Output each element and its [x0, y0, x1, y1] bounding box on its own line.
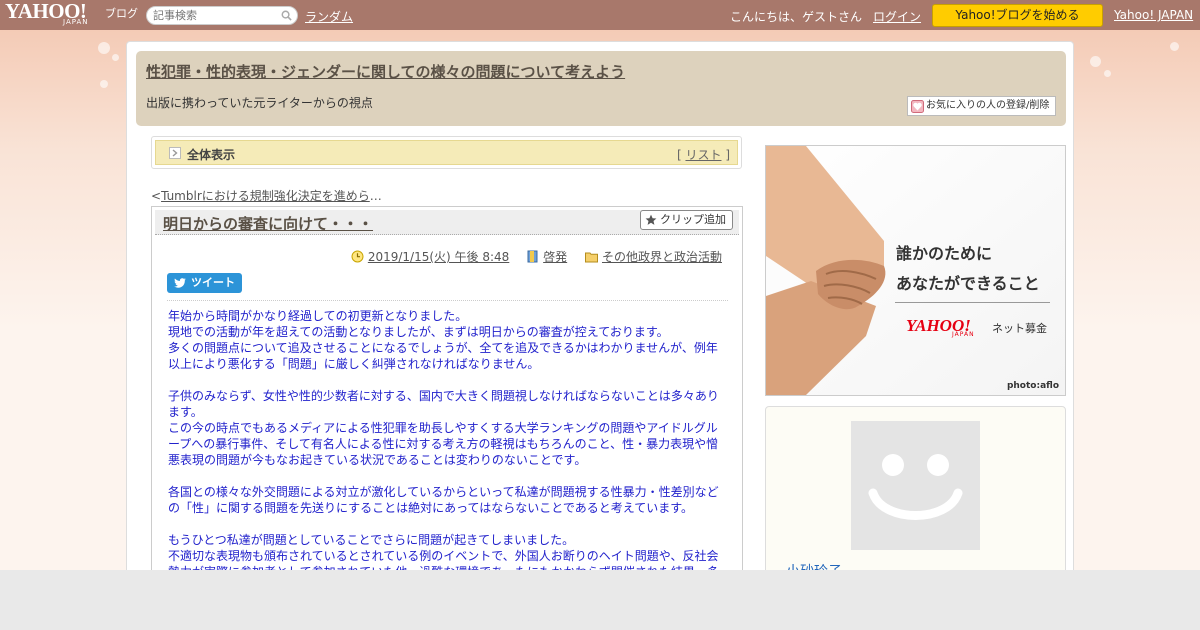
clock-icon: [351, 250, 364, 263]
profile-name-link[interactable]: 小砂玲子: [786, 561, 842, 570]
list-link[interactable]: リスト: [685, 148, 721, 162]
search-box[interactable]: [146, 6, 298, 25]
tweet-button[interactable]: ツイート: [167, 273, 242, 293]
charity-ad-banner[interactable]: 誰かのために あなたができること YAHOO! JAPAN ネット募金 phot…: [765, 145, 1066, 396]
greeting-text: こんにちは、ゲストさん: [730, 10, 863, 24]
paw-print-icon: [1104, 70, 1111, 77]
article-header: 明日からの審査に向けて・・・ クリップ追加: [155, 210, 739, 235]
ad-photo-credit: photo:aflo: [1006, 381, 1059, 391]
search-icon[interactable]: [281, 10, 292, 21]
yahoo-blog-logo[interactable]: YAHOO! JAPAN ブログ: [5, 1, 141, 28]
ad-headline-2: あなたができること: [896, 274, 1040, 293]
start-blog-button[interactable]: Yahoo!ブログを始める: [932, 4, 1103, 27]
ad-yahoo-logo-sub: JAPAN: [952, 331, 975, 338]
logo-sub: JAPAN: [63, 18, 89, 26]
global-header: YAHOO! JAPAN ブログ ランダム こんにちは、ゲストさん ログイン Y…: [0, 0, 1200, 30]
ad-headline-1: 誰かのために: [896, 244, 993, 263]
view-all-label: 全体表示: [187, 148, 236, 162]
star-icon: [645, 214, 657, 225]
favorite-button-label: お気に入りの人の登録/削除: [926, 100, 1050, 111]
list-view-toggle: [ リスト ]: [676, 148, 730, 162]
article-category-link[interactable]: その他政界と政治活動: [602, 250, 722, 264]
avatar-eye: [882, 454, 904, 476]
previous-article-nav: <Tumblrにおける規制強化決定を進めら…: [151, 189, 382, 203]
article: 明日からの審査に向けて・・・ クリップ追加 2019/1/15(火) 午後 8:…: [151, 206, 743, 570]
folder-icon: [584, 252, 598, 263]
view-mode-bar: 全体表示 [ リスト ]: [151, 136, 742, 169]
paw-print-icon: [112, 54, 119, 61]
paw-print-icon: [100, 80, 108, 88]
article-paragraph: 年始から時間がかなり経過しての初更新となりました。 現地での活動が年を超えての活…: [168, 309, 718, 371]
paw-print-icon: [1090, 56, 1101, 67]
article-date-link[interactable]: 2019/1/15(火) 午後 8:48: [368, 250, 509, 264]
article-tag-link[interactable]: 啓発: [543, 250, 567, 264]
blog-description: 出版に携わっていた元ライターからの視点: [146, 96, 373, 110]
login-link[interactable]: ログイン: [873, 8, 921, 25]
previous-article-link[interactable]: Tumblrにおける規制強化決定を進めら: [161, 189, 370, 203]
yahoo-japan-link[interactable]: Yahoo! JAPAN: [1114, 8, 1193, 22]
article-paragraph: 子供のみならず、女性や性的少数者に対する、国内で大きく問題視しなければならないこ…: [168, 389, 719, 467]
book-icon: [527, 250, 538, 263]
favorite-button[interactable]: お気に入りの人の登録/削除: [907, 96, 1056, 116]
clip-add-button[interactable]: クリップ追加: [640, 210, 733, 230]
random-link[interactable]: ランダム: [305, 8, 353, 25]
article-title[interactable]: 明日からの審査に向けて・・・: [163, 213, 373, 234]
article-paragraph: もうひとつ私達が問題としていることでさらに問題が起きてしまいました。 不適切な表…: [168, 533, 719, 570]
avatar[interactable]: [851, 421, 980, 550]
profile-box: 小砂玲子: [765, 406, 1066, 570]
heart-icon: [911, 100, 924, 113]
blog-container: 性犯罪・性的表現・ジェンダーに関しての様々の問題について考えよう 出版に携わって…: [126, 41, 1074, 570]
logo-service: ブログ: [105, 7, 138, 20]
article-paragraph: 各国との様々な外交問題による対立が激化しているからといって私達が問題視する性暴力…: [168, 485, 719, 515]
ad-service-name: ネット募金: [992, 322, 1047, 335]
arrow-right-icon: [169, 147, 181, 159]
page-footer-area: [0, 570, 1200, 630]
meta-divider: [167, 300, 728, 301]
search-input[interactable]: [153, 8, 275, 23]
blog-title[interactable]: 性犯罪・性的表現・ジェンダーに関しての様々の問題について考えよう: [146, 61, 625, 82]
article-body: 年始から時間がかなり経過しての初更新となりました。 現地での活動が年を超えての活…: [168, 308, 726, 570]
article-meta: 2019/1/15(火) 午後 8:48 啓発 その他政界と政治活動: [337, 248, 722, 265]
blog-header: 性犯罪・性的表現・ジェンダーに関しての様々の問題について考えよう 出版に携わって…: [136, 51, 1066, 126]
avatar-eye: [927, 454, 949, 476]
paw-print-icon: [98, 42, 110, 54]
tweet-button-label: ツイート: [191, 276, 235, 289]
twitter-bird-icon: [174, 278, 186, 288]
paw-print-icon: [1170, 42, 1179, 51]
clip-add-label: クリップ追加: [660, 213, 726, 226]
